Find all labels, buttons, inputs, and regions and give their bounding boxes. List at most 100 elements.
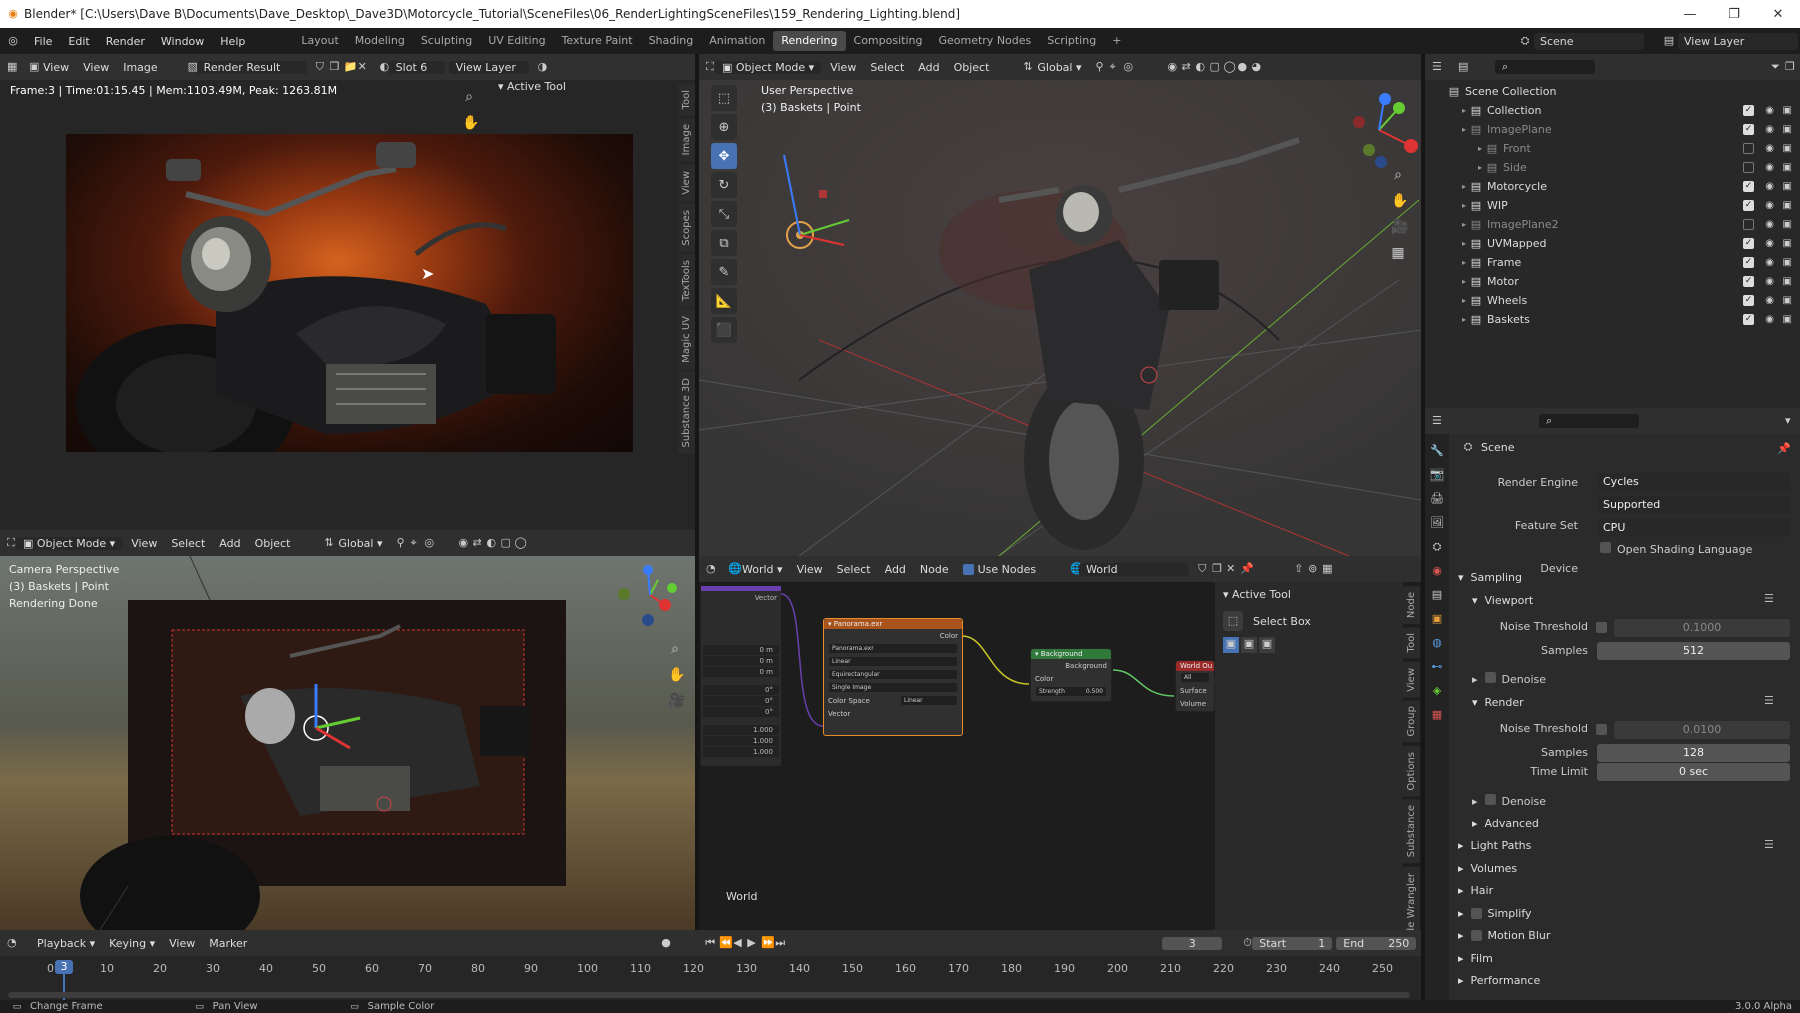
env-interpolation-dropdown[interactable]: Linear xyxy=(829,657,957,666)
slot-selector[interactable]: Slot 6 xyxy=(388,60,445,74)
exclude-checkbox[interactable] xyxy=(1743,162,1754,173)
node-tab-view[interactable]: View xyxy=(1403,661,1420,698)
viewport-grid-icon[interactable]: ▦ xyxy=(1391,246,1405,260)
camera-menu-object[interactable]: Object xyxy=(248,537,298,550)
background-node[interactable]: ▾ Background Background Color Strength 0.… xyxy=(1030,648,1112,702)
camera-mode-selector[interactable]: ▣ Object Mode ▾ xyxy=(16,536,123,550)
maximize-button[interactable]: ❐ xyxy=(1712,7,1756,22)
exclude-checkbox[interactable]: ✓ xyxy=(1743,295,1754,306)
new-collection-icon[interactable]: ❐ xyxy=(1778,60,1795,74)
properties-options-icon[interactable]: ▾ xyxy=(1778,414,1792,428)
render-camera-icon[interactable]: ▣ xyxy=(1783,314,1792,325)
tab-scripting[interactable]: Scripting xyxy=(1039,31,1104,51)
expand-arrow-icon[interactable]: ▸ xyxy=(1475,142,1485,156)
timeline-menu-marker[interactable]: Marker xyxy=(202,937,254,950)
viewport-menu-add[interactable]: Add xyxy=(911,61,946,74)
render-camera-icon[interactable]: ▣ xyxy=(1783,238,1792,249)
scene-props-icon[interactable]: ⛭ xyxy=(1430,540,1444,554)
visibility-eye-icon[interactable]: ◉ xyxy=(1765,238,1774,249)
scale-tool-icon[interactable]: ⤡ xyxy=(711,201,737,227)
outliner-search-input[interactable]: ⌕ xyxy=(1495,60,1595,74)
visibility-eye-icon[interactable]: ◉ xyxy=(1765,124,1774,135)
jump-end-icon[interactable]: ⏭ xyxy=(768,936,785,950)
camera-menu-add[interactable]: Add xyxy=(212,537,247,550)
expand-arrow-icon[interactable]: ▸ xyxy=(1459,123,1469,137)
properties-editor-type-icon[interactable]: ☰ xyxy=(1425,414,1442,428)
navigation-gizmo[interactable] xyxy=(1339,90,1419,170)
visibility-eye-icon[interactable]: ◉ xyxy=(1765,219,1774,230)
outliner-filter-icon[interactable]: ⏷ xyxy=(1764,60,1780,74)
image-browse-icon[interactable]: ▧ xyxy=(181,60,198,74)
outliner-row[interactable]: ▸ ▤ Front ◉ ▣ xyxy=(1425,139,1800,158)
side-tab-scopes[interactable]: Scopes xyxy=(678,203,695,252)
side-tab-tool[interactable]: Tool xyxy=(678,84,695,116)
timeline-menu-view[interactable]: View xyxy=(162,937,202,950)
tab-layout[interactable]: Layout xyxy=(293,31,346,51)
expand-arrow-icon[interactable]: ▸ xyxy=(1459,218,1469,232)
outliner-editor-type-icon[interactable]: ☰ xyxy=(1425,60,1442,74)
image-menu-image[interactable]: Image xyxy=(116,61,164,74)
outliner-row[interactable]: ▸ ▤ Wheels ✓ ◉ ▣ xyxy=(1425,291,1800,310)
overlays-icon[interactable]: ◐ xyxy=(1189,60,1206,74)
viewport-mode-selector[interactable]: ▣ Object Mode ▾ xyxy=(715,60,822,74)
snap-icon[interactable]: ⌖ xyxy=(1103,60,1117,74)
outliner-display-mode-icon[interactable]: ▤ xyxy=(1451,60,1468,74)
render-camera-icon[interactable]: ▣ xyxy=(1783,124,1792,135)
expand-arrow-icon[interactable]: ▸ xyxy=(1475,161,1485,175)
timeline-scrollbar[interactable] xyxy=(8,992,1410,998)
view-mode-icon[interactable]: ▣ xyxy=(22,60,39,74)
expand-arrow-icon[interactable]: ▸ xyxy=(1459,256,1469,270)
annotate-tool-icon[interactable]: ✎ xyxy=(711,259,737,285)
tab-shading[interactable]: Shading xyxy=(641,31,702,51)
exclude-checkbox[interactable]: ✓ xyxy=(1743,238,1754,249)
proportional-edit-icon[interactable]: ◎ xyxy=(1117,60,1134,74)
viewport-zoom-icon[interactable]: ⌕ xyxy=(1391,168,1405,182)
layer-selector[interactable]: View Layer xyxy=(448,60,529,74)
data-props-icon[interactable]: ◈ xyxy=(1430,684,1444,698)
render-camera-icon[interactable]: ▣ xyxy=(1783,295,1792,306)
expand-arrow-icon[interactable]: ▸ xyxy=(1459,275,1469,289)
render-camera-icon[interactable]: ▣ xyxy=(1783,219,1792,230)
expand-arrow-icon[interactable]: ▸ xyxy=(1459,294,1469,308)
move-tool-icon[interactable]: ✥ xyxy=(711,143,737,169)
menu-file[interactable]: File xyxy=(26,35,60,48)
node-tab-substance[interactable]: Substance xyxy=(1403,799,1420,864)
render-camera-icon[interactable]: ▣ xyxy=(1783,276,1792,287)
side-tab-textools[interactable]: TexTools xyxy=(678,254,695,308)
overlay-icon[interactable]: ◐ xyxy=(373,60,390,74)
outliner-row[interactable]: ▸ ▤ Side ◉ ▣ xyxy=(1425,158,1800,177)
camera-zoom-icon[interactable]: ⌕ xyxy=(668,642,682,656)
environment-texture-node[interactable]: ▾ Panorama.exr Color Panorama.exr Linear… xyxy=(823,618,963,736)
gizmo-icon[interactable]: ⇄ xyxy=(1175,60,1191,74)
bg-strength-field[interactable]: Strength 0.500 xyxy=(1036,687,1106,696)
menu-edit[interactable]: Edit xyxy=(60,35,97,48)
camera-visibility-icon[interactable]: ◉ xyxy=(452,536,469,550)
add-cube-tool-icon[interactable]: ⬛ xyxy=(711,317,737,343)
env-colorspace-dropdown[interactable]: Linear xyxy=(901,696,957,705)
outliner-scene-collection[interactable]: ▤ Scene Collection xyxy=(1425,82,1800,101)
visibility-eye-icon[interactable]: ◉ xyxy=(1765,295,1774,306)
outliner-row[interactable]: ▸ ▤ WIP ✓ ◉ ▣ xyxy=(1425,196,1800,215)
display-channels-icon[interactable]: ◑ xyxy=(531,60,548,74)
image-menu-view-2[interactable]: View xyxy=(76,61,116,74)
scene-selector[interactable]: Scene xyxy=(1534,32,1644,50)
world-output-node[interactable]: World Ou All Surface Volume xyxy=(1175,660,1215,712)
menu-render[interactable]: Render xyxy=(98,35,153,48)
camera-menu-select[interactable]: Select xyxy=(164,537,212,550)
camera-camera-icon[interactable]: 🎥 xyxy=(668,694,685,708)
outliner-row[interactable]: ▸ ▤ UVMapped ✓ ◉ ▣ xyxy=(1425,234,1800,253)
object-props-icon[interactable]: ▣ xyxy=(1430,612,1444,626)
expand-arrow-icon[interactable]: ▸ xyxy=(1459,104,1469,118)
view-layer-props-icon[interactable]: 🖼 xyxy=(1430,516,1444,530)
outliner-row[interactable]: ▸ ▤ Baskets ✓ ◉ ▣ xyxy=(1425,310,1800,329)
physics-props-icon[interactable]: ◍ xyxy=(1430,636,1444,650)
camera-proportional-icon[interactable]: ◎ xyxy=(418,536,435,550)
orientation-selector[interactable]: Global ▾ xyxy=(1030,61,1088,74)
side-tab-view[interactable]: View xyxy=(678,164,695,201)
image-name-field[interactable]: Render Result xyxy=(196,60,307,74)
view-layer-selector[interactable]: View Layer xyxy=(1678,32,1798,50)
outliner-row[interactable]: ▸ ▤ Collection ✓ ◉ ▣ xyxy=(1425,101,1800,120)
editor-type-icon[interactable]: ▦ xyxy=(0,60,17,74)
visibility-eye-icon[interactable]: ◉ xyxy=(1765,257,1774,268)
visibility-eye-icon[interactable]: ◉ xyxy=(1765,181,1774,192)
